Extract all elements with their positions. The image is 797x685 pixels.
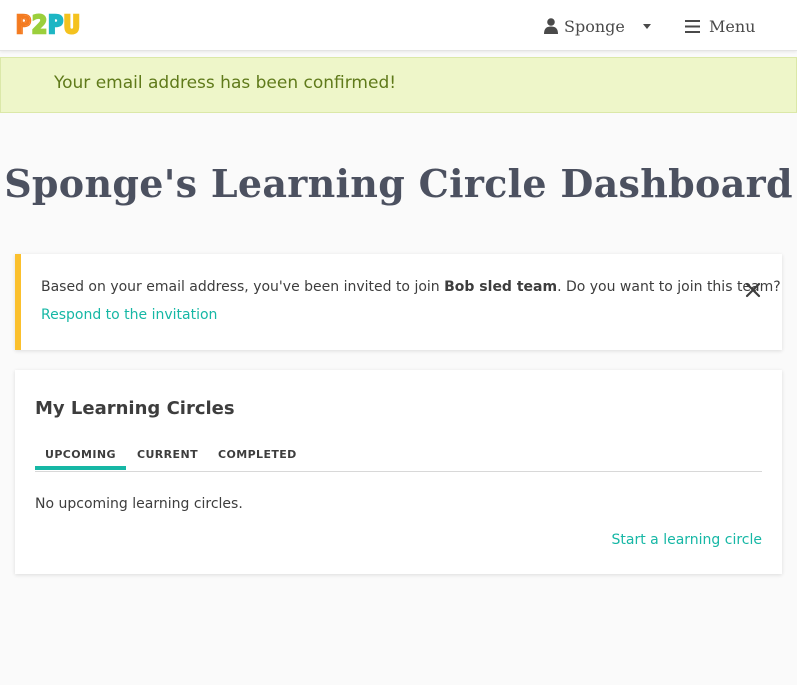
user-icon [544,18,558,34]
logo-letter-p: P [15,9,33,41]
hamburger-icon [685,19,700,33]
p2pu-logo[interactable]: P 2 P U [15,9,81,41]
team-invitation-card: Based on your email address, you've been… [15,254,782,350]
invitation-text-before: Based on your email address, you've been… [41,279,445,295]
respond-invitation-link[interactable]: Respond to the invitation [41,307,217,323]
logo-letter-2: 2 [31,9,49,41]
menu-button[interactable]: Menu [685,15,755,37]
logo-letter-u: U [63,9,81,41]
user-name: Sponge [564,16,625,36]
invitation-text: Based on your email address, you've been… [41,279,781,295]
learning-circles-title: My Learning Circles [35,398,235,419]
tab-completed[interactable]: COMPLETED [218,448,297,461]
tab-current[interactable]: CURRENT [137,448,198,461]
empty-state-message: No upcoming learning circles. [35,496,243,512]
my-learning-circles-card: My Learning Circles UPCOMING CURRENT COM… [15,370,782,574]
page-title: Sponge's Learning Circle Dashboard [4,161,793,206]
email-confirmed-alert: Your email address has been confirmed! [0,57,797,113]
menu-label: Menu [709,16,756,36]
invitation-team-name: Bob sled team [444,279,558,295]
user-dropdown[interactable]: Sponge [544,15,651,37]
learning-circles-tabs: UPCOMING CURRENT COMPLETED [35,442,762,472]
start-learning-circle-link[interactable]: Start a learning circle [612,532,762,548]
close-icon [745,282,761,298]
top-navbar: P 2 P U Sponge Menu [0,0,797,51]
logo-letter-p2: P [47,9,65,41]
close-invitation-button[interactable] [745,282,763,300]
tab-upcoming[interactable]: UPCOMING [35,448,126,470]
alert-message: Your email address has been confirmed! [54,73,397,93]
chevron-down-icon [642,23,651,29]
